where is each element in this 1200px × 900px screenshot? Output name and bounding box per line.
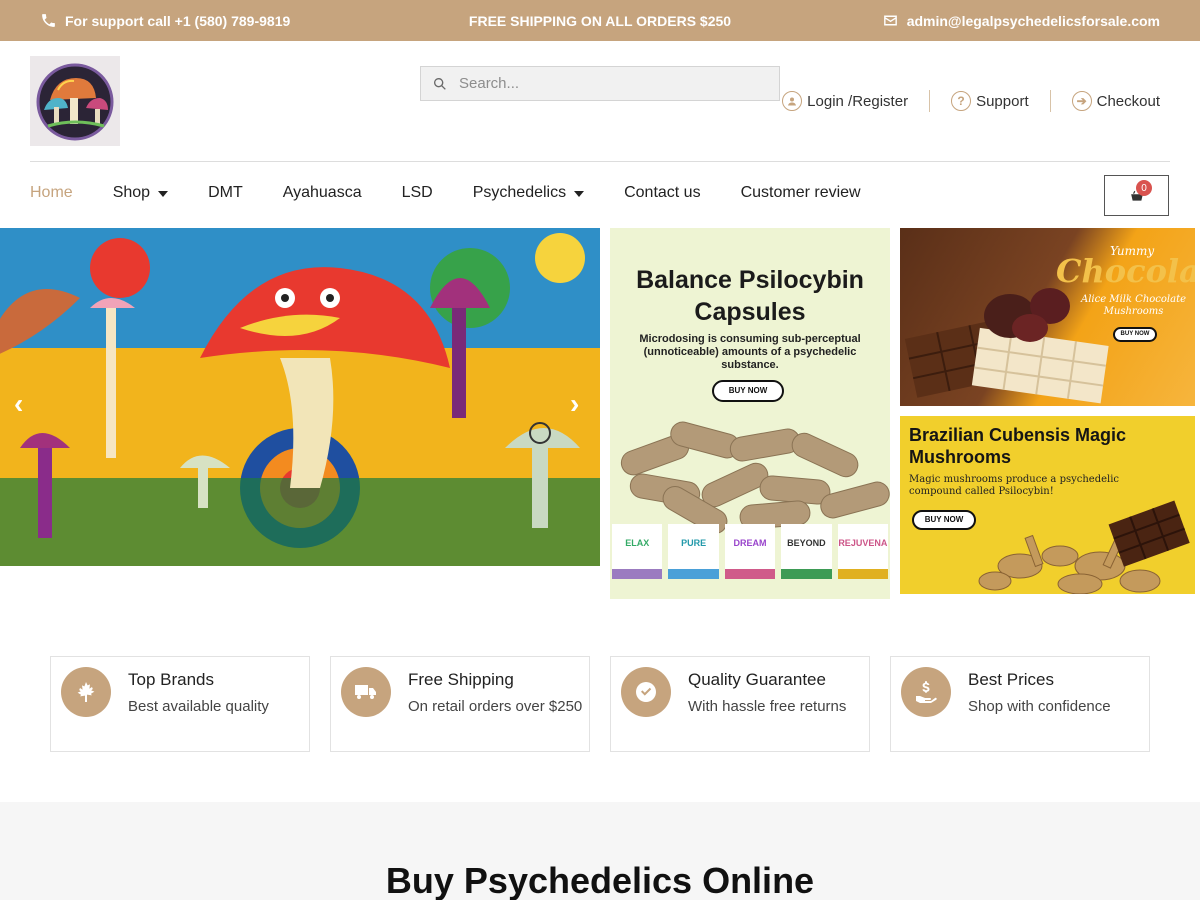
chevron-right-icon[interactable]: ›: [570, 388, 579, 420]
section-heading: Buy Psychedelics Online: [385, 860, 815, 900]
caret-down-icon: [158, 191, 169, 197]
feature-subtitle: Shop with confidence: [968, 698, 1111, 715]
psychedelic-mushroom-artwork: [0, 228, 600, 566]
chocolate-subtitle: Alice Milk Chocolate Mushrooms: [1080, 294, 1187, 317]
chevron-left-icon[interactable]: ‹: [14, 388, 23, 420]
cart-count-badge: 0: [1136, 180, 1152, 196]
search-icon[interactable]: [421, 76, 459, 92]
shipping-notice-text: FREE SHIPPING ON ALL ORDERS $250: [468, 13, 732, 29]
feature-title: Best Prices: [968, 670, 1054, 689]
truck-icon: [341, 667, 391, 717]
nav-label: Customer review: [740, 184, 861, 201]
promo-cubensis[interactable]: Brazilian Cubensis Magic Mushrooms Magic…: [900, 416, 1195, 594]
nav-item-ayahuasca[interactable]: Ayahuasca: [283, 184, 362, 202]
dollar-hand-icon: [901, 667, 951, 717]
feature-title: Free Shipping: [408, 670, 514, 689]
nav-item-lsd[interactable]: LSD: [402, 184, 433, 202]
nav-label: Home: [30, 184, 73, 201]
intro-section: Buy Psychedelics Online: [0, 802, 1200, 900]
capsule-packs-row: ELAX PURE DREAM BEYOND REJUVENA: [610, 524, 890, 579]
maple-leaf-icon: [61, 667, 111, 717]
check-circle-icon: [621, 667, 671, 717]
nav-item-contact-us[interactable]: Contact us: [624, 184, 700, 202]
nav-label: Ayahuasca: [282, 184, 362, 201]
promo-capsules[interactable]: Balance Psilocybin Capsules Microdosing …: [610, 228, 890, 599]
pack-label: REJUVENA: [837, 524, 889, 579]
main-nav: Home Shop DMT Ayahuasca LSD Psychedelics…: [30, 184, 901, 202]
user-icon: [782, 91, 803, 111]
nav-item-dmt[interactable]: DMT: [208, 184, 243, 202]
chocolate-buy-button[interactable]: BUY NOW: [1113, 327, 1157, 342]
chocolate-title: Chocolate: [1056, 252, 1195, 290]
feature-free-shipping: Free Shipping On retail orders over $250: [330, 656, 590, 752]
nav-label: Psychedelics: [472, 184, 567, 201]
envelope-icon: [883, 15, 897, 26]
support-label: Support: [976, 92, 1029, 110]
arrow-right-icon: ➔: [1071, 91, 1092, 111]
caret-down-icon: [574, 191, 585, 197]
support-link[interactable]: ? Support: [930, 90, 1051, 112]
cart-button[interactable]: 0: [1104, 175, 1169, 216]
checkout-label: Checkout: [1096, 92, 1160, 110]
feature-title: Top Brands: [128, 670, 214, 689]
mushroom-logo-icon: [36, 63, 114, 141]
feature-subtitle: Best available quality: [128, 698, 269, 715]
pack-label: ELAX: [612, 524, 663, 579]
nav-label: Shop: [112, 184, 151, 201]
feature-title: Quality Guarantee: [688, 670, 826, 689]
promo-chocolate[interactable]: Yummy Chocolate Alice Milk Chocolate Mus…: [900, 228, 1195, 406]
search-bar: [420, 66, 780, 101]
site-logo[interactable]: [30, 56, 120, 146]
header-links: Login /Register ? Support ➔ Checkout: [761, 90, 1160, 112]
header-divider: [30, 161, 1170, 162]
login-register-label: Login /Register: [807, 92, 909, 110]
feature-subtitle: With hassle free returns: [688, 698, 847, 715]
feature-quality-guarantee: Quality Guarantee With hassle free retur…: [610, 656, 870, 752]
nav-label: LSD: [401, 184, 433, 201]
nav-label: Contact us: [624, 184, 701, 201]
feature-top-brands: Top Brands Best available quality: [50, 656, 310, 752]
pack-label: BEYOND: [781, 524, 832, 579]
support-email-text: admin@legalpsychedelicsforsale.com: [906, 12, 1160, 29]
nav-label: DMT: [208, 184, 243, 201]
feature-subtitle: On retail orders over $250: [408, 698, 583, 715]
feature-best-prices: Best Prices Shop with confidence: [890, 656, 1150, 752]
checkout-link[interactable]: ➔ Checkout: [1051, 90, 1160, 112]
nav-item-home[interactable]: Home: [30, 184, 73, 202]
question-icon: ?: [951, 91, 972, 111]
nav-item-shop[interactable]: Shop: [112, 184, 169, 202]
hero-slider[interactable]: ‹ ›: [0, 228, 600, 566]
search-input[interactable]: [459, 75, 759, 92]
pack-label: DREAM: [724, 524, 776, 579]
dried-mushrooms-image: [978, 500, 1190, 594]
top-bar: For support call +1 (580) 789-9819 FREE …: [0, 0, 1200, 41]
support-email[interactable]: admin@legalpsychedelicsforsale.com: [882, 12, 1160, 29]
nav-item-customer-review[interactable]: Customer review: [741, 184, 861, 202]
login-register-link[interactable]: Login /Register: [761, 90, 931, 112]
nav-item-psychedelics[interactable]: Psychedelics: [472, 184, 585, 202]
pack-label: PURE: [668, 524, 719, 579]
